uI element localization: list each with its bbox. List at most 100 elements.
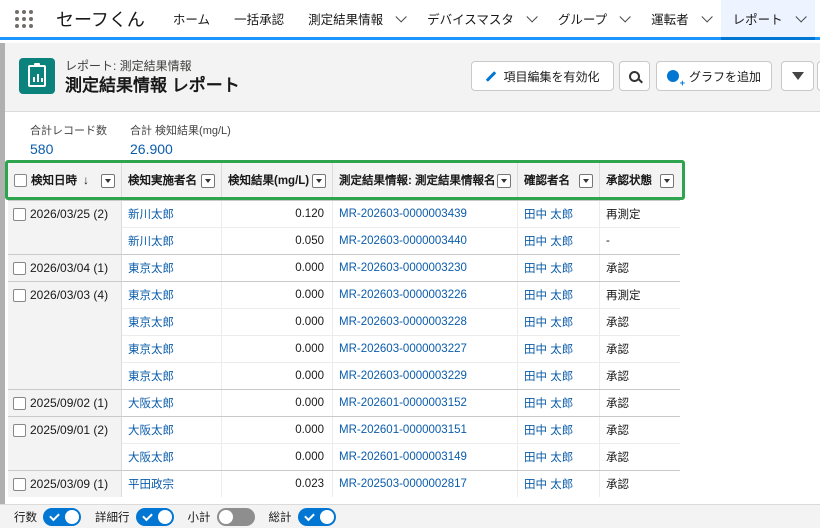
nav-tab-3[interactable]: デバイスマスタ [415, 0, 546, 37]
summary-label: 合計 検知結果(mg/L) [130, 125, 231, 137]
search-icon [629, 70, 640, 82]
table-row: 東京太郎 0.000 MR-202603-0000003230 田中 太郎 承認 [122, 254, 680, 281]
column-menu-button[interactable] [101, 174, 115, 188]
detection-result-value: 0.000 [222, 363, 333, 389]
column-menu-button[interactable] [497, 174, 511, 188]
confirmer-name-link[interactable]: 田中 太郎 [518, 363, 600, 389]
column-header-1[interactable]: 検知実施者名 [122, 163, 222, 197]
nav-tab-5[interactable]: 運転者 [639, 0, 721, 37]
column-menu-button[interactable] [579, 174, 593, 188]
group-checkbox[interactable] [13, 288, 26, 302]
confirmer-name-link[interactable]: 田中 太郎 [518, 228, 600, 254]
add-chart-button[interactable]: グラフを追加 [656, 61, 772, 91]
toggle-switch[interactable] [43, 507, 81, 526]
column-header-5[interactable]: 承認状態 [600, 163, 680, 197]
approval-status: 承認 [606, 452, 629, 464]
table-row: 東京太郎 0.000 MR-202603-0000003228 田中 太郎 承認 [122, 308, 680, 335]
tester-name-link[interactable]: 東京太郎 [122, 282, 222, 308]
tester-name-link[interactable]: 平田政宗 [122, 471, 222, 497]
nav-tab-2[interactable]: 測定結果情報 [296, 0, 415, 37]
table-row: 新川太郎 0.050 MR-202603-0000003440 田中 太郎 - [122, 227, 680, 254]
chevron-down-icon[interactable] [526, 10, 538, 23]
confirmer-name-link[interactable]: 田中 太郎 [518, 417, 600, 443]
detection-result-value: 0.000 [222, 336, 333, 362]
confirmer-name-link[interactable]: 田中 太郎 [518, 201, 600, 227]
tester-name-link[interactable]: 大阪太郎 [122, 417, 222, 443]
record-id-link[interactable]: MR-202603-0000003229 [333, 363, 518, 389]
record-id-link[interactable]: MR-202603-0000003439 [333, 201, 518, 227]
detection-result-value: 0.000 [222, 390, 333, 416]
toggle-switch[interactable] [216, 507, 255, 526]
detection-result-value: 0.000 [222, 417, 333, 443]
chevron-down-icon[interactable] [795, 10, 807, 23]
nav-tab-4[interactable]: グループ [546, 0, 639, 37]
approval-status: 承認 [606, 317, 629, 329]
table-row: 東京太郎 0.000 MR-202603-0000003229 田中 太郎 承認 [122, 362, 680, 389]
column-menu-button[interactable] [312, 174, 326, 188]
record-id-link[interactable]: MR-202503-0000002817 [333, 471, 518, 497]
group-checkbox[interactable] [13, 207, 26, 221]
chevron-down-icon[interactable] [619, 10, 631, 23]
toggle-label: 小計 [187, 511, 211, 524]
chevron-down-icon[interactable] [701, 10, 713, 23]
group-cell: 2026/03/04 (1) [8, 254, 122, 281]
select-all-checkbox[interactable] [14, 173, 27, 187]
filter-button[interactable] [781, 61, 814, 91]
group-label: 2025/09/02 (1) [13, 396, 108, 410]
record-id-link[interactable]: MR-202603-0000003227 [333, 336, 518, 362]
toggle-switch[interactable] [135, 507, 174, 526]
tester-name-link[interactable]: 新川太郎 [122, 201, 222, 227]
table-row: 大阪太郎 0.000 MR-202601-0000003149 田中 太郎 承認 [122, 443, 680, 470]
confirmer-name-link[interactable]: 田中 太郎 [518, 390, 600, 416]
group-checkbox[interactable] [13, 477, 26, 491]
record-id-link[interactable]: MR-202601-0000003151 [333, 417, 518, 443]
search-button[interactable] [619, 61, 650, 91]
detection-result-value: 0.000 [222, 282, 333, 308]
column-menu-button[interactable] [660, 174, 674, 188]
column-header-0[interactable]: 検知日時 ↓ [8, 163, 122, 197]
confirmer-name-link[interactable]: 田中 太郎 [518, 282, 600, 308]
tester-name-link[interactable]: 東京太郎 [122, 336, 222, 362]
column-menu-button[interactable] [201, 174, 215, 188]
chevron-down-icon[interactable] [395, 10, 407, 23]
nav-tab-6[interactable]: レポート [720, 0, 815, 40]
confirmer-name-link[interactable]: 田中 太郎 [518, 336, 600, 362]
record-id-link[interactable]: MR-202603-0000003228 [333, 309, 518, 335]
tester-name-link[interactable]: 東京太郎 [122, 255, 222, 281]
group-checkbox[interactable] [13, 261, 26, 275]
record-id-link[interactable]: MR-202603-0000003230 [333, 255, 518, 281]
record-id-link[interactable]: MR-202603-0000003440 [333, 228, 518, 254]
confirmer-name-link[interactable]: 田中 太郎 [518, 255, 600, 281]
nav-tab-1[interactable]: 一括承認 [222, 0, 296, 37]
filter-icon [791, 72, 804, 80]
record-id-link[interactable]: MR-202601-0000003149 [333, 444, 518, 470]
sort-descending-icon[interactable]: ↓ [83, 173, 89, 187]
group-checkbox[interactable] [13, 396, 26, 410]
nav-tab-label: 一括承認 [234, 13, 285, 27]
group-date-label: 2025/09/02 (1) [30, 396, 109, 410]
tester-name-link[interactable]: 大阪太郎 [122, 444, 222, 470]
approval-status: 承認 [606, 344, 629, 356]
tester-name-link[interactable]: 東京太郎 [122, 309, 222, 335]
app-launcher-icon[interactable] [0, 0, 48, 37]
nav-tab-0[interactable]: ホーム [161, 0, 222, 37]
toggle-switch[interactable] [297, 507, 336, 526]
page-title: 測定結果情報 レポート [65, 76, 240, 95]
column-header-3[interactable]: 測定結果情報: 測定結果情報名 [333, 163, 518, 197]
record-id-link[interactable]: MR-202603-0000003226 [333, 282, 518, 308]
confirmer-name-link[interactable]: 田中 太郎 [518, 471, 600, 497]
group-checkbox[interactable] [13, 423, 26, 437]
tester-name-link[interactable]: 東京太郎 [122, 363, 222, 389]
tester-name-link[interactable]: 新川太郎 [122, 228, 222, 254]
approval-status: 再測定 [606, 290, 641, 302]
table-row: 平田政宗 0.023 MR-202503-0000002817 田中 太郎 承認 [122, 470, 680, 497]
column-header-2[interactable]: 検知結果(mg/L) [222, 163, 333, 197]
group-cell: 2026/03/25 (2) [8, 200, 122, 254]
enable-field-editing-button[interactable]: 項目編集を有効化 [471, 61, 614, 91]
tester-name-link[interactable]: 大阪太郎 [122, 390, 222, 416]
approval-status: 承認 [606, 371, 629, 383]
confirmer-name-link[interactable]: 田中 太郎 [518, 309, 600, 335]
confirmer-name-link[interactable]: 田中 太郎 [518, 444, 600, 470]
column-header-4[interactable]: 確認者名 [518, 163, 600, 197]
record-id-link[interactable]: MR-202601-0000003152 [333, 390, 518, 416]
